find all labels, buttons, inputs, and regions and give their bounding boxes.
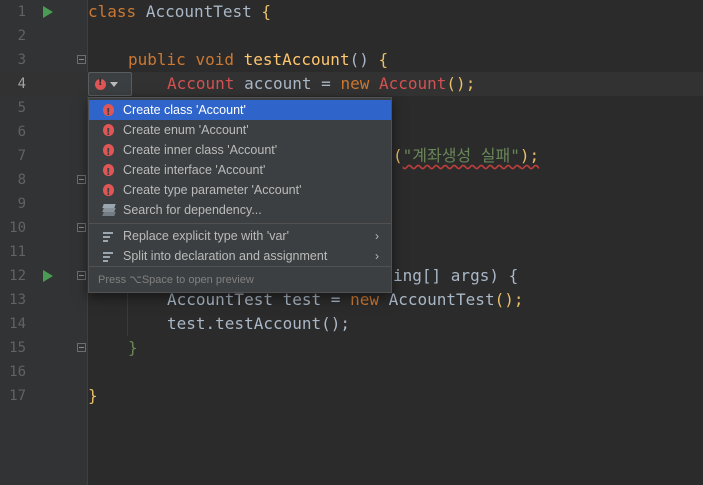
string-literal: "계좌생성 실패" (402, 146, 520, 165)
menu-item-label: Create inner class 'Account' (123, 143, 278, 157)
error-icon (103, 183, 114, 203)
parens: () (349, 50, 369, 69)
keyword: class (88, 2, 137, 21)
edit-intention-icon (103, 250, 114, 262)
call-tail: ); (519, 146, 540, 165)
line-number: 11 (9, 244, 26, 260)
line-number: 8 (17, 172, 26, 188)
code-line-4[interactable]: Account account = new Account(); (167, 72, 475, 96)
layers-icon (102, 204, 116, 216)
line-number: 10 (9, 220, 26, 236)
line-number: 14 (9, 316, 26, 332)
class-name: AccountTest (388, 290, 495, 309)
line-number: 4 (17, 76, 26, 92)
class-name: AccountTest (145, 2, 252, 21)
run-class-icon[interactable] (43, 6, 53, 18)
menu-item-create-class[interactable]: Create class 'Account' (89, 100, 391, 123)
chevron-right-icon: › (375, 249, 379, 263)
line-number: 1 (17, 4, 26, 20)
brace: { (378, 50, 389, 69)
run-main-icon[interactable] (43, 270, 53, 282)
fold-marker-icon[interactable] (77, 343, 86, 352)
chevron-down-icon (110, 81, 118, 87)
paren: ( (393, 146, 403, 165)
fold-marker-icon[interactable] (77, 55, 86, 64)
code-line-3[interactable]: public void testAccount() { (128, 48, 388, 72)
line-number: 9 (17, 196, 26, 212)
chevron-right-icon: › (375, 229, 379, 243)
intention-bulb-button[interactable] (88, 72, 132, 96)
code-line-17[interactable]: } (88, 384, 98, 408)
menu-item-split-declaration[interactable]: Split into declaration and assignment › (89, 246, 391, 266)
line-number: 2 (17, 28, 26, 44)
menu-item-create-enum[interactable]: Create enum 'Account' (89, 120, 391, 143)
unresolved-type: Account (167, 74, 235, 93)
call-tail: (); (446, 74, 476, 93)
menu-item-label: Split into declaration and assignment (123, 249, 328, 263)
error-icon (103, 123, 114, 143)
menu-item-create-interface[interactable]: Create interface 'Account' (89, 160, 391, 183)
line-number: 16 (9, 364, 26, 380)
line-number: 3 (17, 52, 26, 68)
line-number: 13 (9, 292, 26, 308)
quick-fix-list: Create class 'Account' Create enum 'Acco… (89, 98, 391, 266)
menu-item-search-dependency[interactable]: Search for dependency... (89, 200, 391, 220)
fold-marker-icon[interactable] (77, 271, 86, 280)
keyword: public (128, 50, 186, 69)
code-statement: test.testAccount(); (167, 314, 351, 333)
unresolved-constructor: Account (378, 74, 447, 93)
menu-item-create-type-parameter[interactable]: Create type parameter 'Account' (89, 180, 391, 203)
menu-item-label: Replace explicit type with 'var' (123, 229, 289, 243)
line-number: 17 (9, 388, 26, 404)
error-icon (103, 103, 114, 123)
menu-item-label: Create interface 'Account' (123, 163, 266, 177)
code-fragment: ing[] args) { (393, 266, 519, 285)
keyword: void (195, 50, 234, 69)
keyword: new (340, 74, 370, 93)
edit-intention-icon (103, 230, 114, 242)
menu-item-label: Create enum 'Account' (123, 123, 249, 137)
brace: { (261, 2, 272, 21)
menu-item-replace-with-var[interactable]: Replace explicit type with 'var' › (89, 226, 391, 246)
line-number: 7 (17, 148, 26, 164)
menu-item-label: Create class 'Account' (123, 103, 246, 117)
brace: } (128, 338, 138, 357)
menu-item-create-inner-class[interactable]: Create inner class 'Account' (89, 140, 391, 163)
menu-separator (89, 223, 391, 224)
menu-item-label: Create type parameter 'Account' (123, 183, 302, 197)
line-number: 15 (9, 340, 26, 356)
line-number: 6 (17, 124, 26, 140)
error-icon (95, 77, 106, 90)
operator: = (321, 74, 331, 93)
quick-fix-popup: Create class 'Account' Create enum 'Acco… (88, 97, 392, 293)
code-line-6[interactable]: ("계좌생성 실패"); (393, 144, 539, 168)
code-line-14[interactable]: test.testAccount(); (167, 312, 350, 336)
fold-marker-icon[interactable] (77, 223, 86, 232)
code-line-12[interactable]: ing[] args) { (393, 264, 518, 288)
brace: } (88, 386, 98, 405)
variable: account (244, 74, 312, 93)
code-line-15[interactable]: } (128, 336, 138, 360)
preview-hint: Press ⌥Space to open preview (89, 266, 391, 292)
fold-marker-icon[interactable] (77, 175, 86, 184)
error-icon (103, 163, 114, 183)
line-number: 12 (9, 268, 26, 284)
error-icon (103, 143, 114, 163)
menu-item-label: Search for dependency... (123, 203, 262, 217)
method-name: testAccount (243, 50, 350, 69)
indent-guide (127, 288, 128, 336)
code-line-1[interactable]: class AccountTest { (88, 0, 271, 24)
call-tail: (); (494, 290, 524, 309)
line-number: 5 (17, 100, 26, 116)
